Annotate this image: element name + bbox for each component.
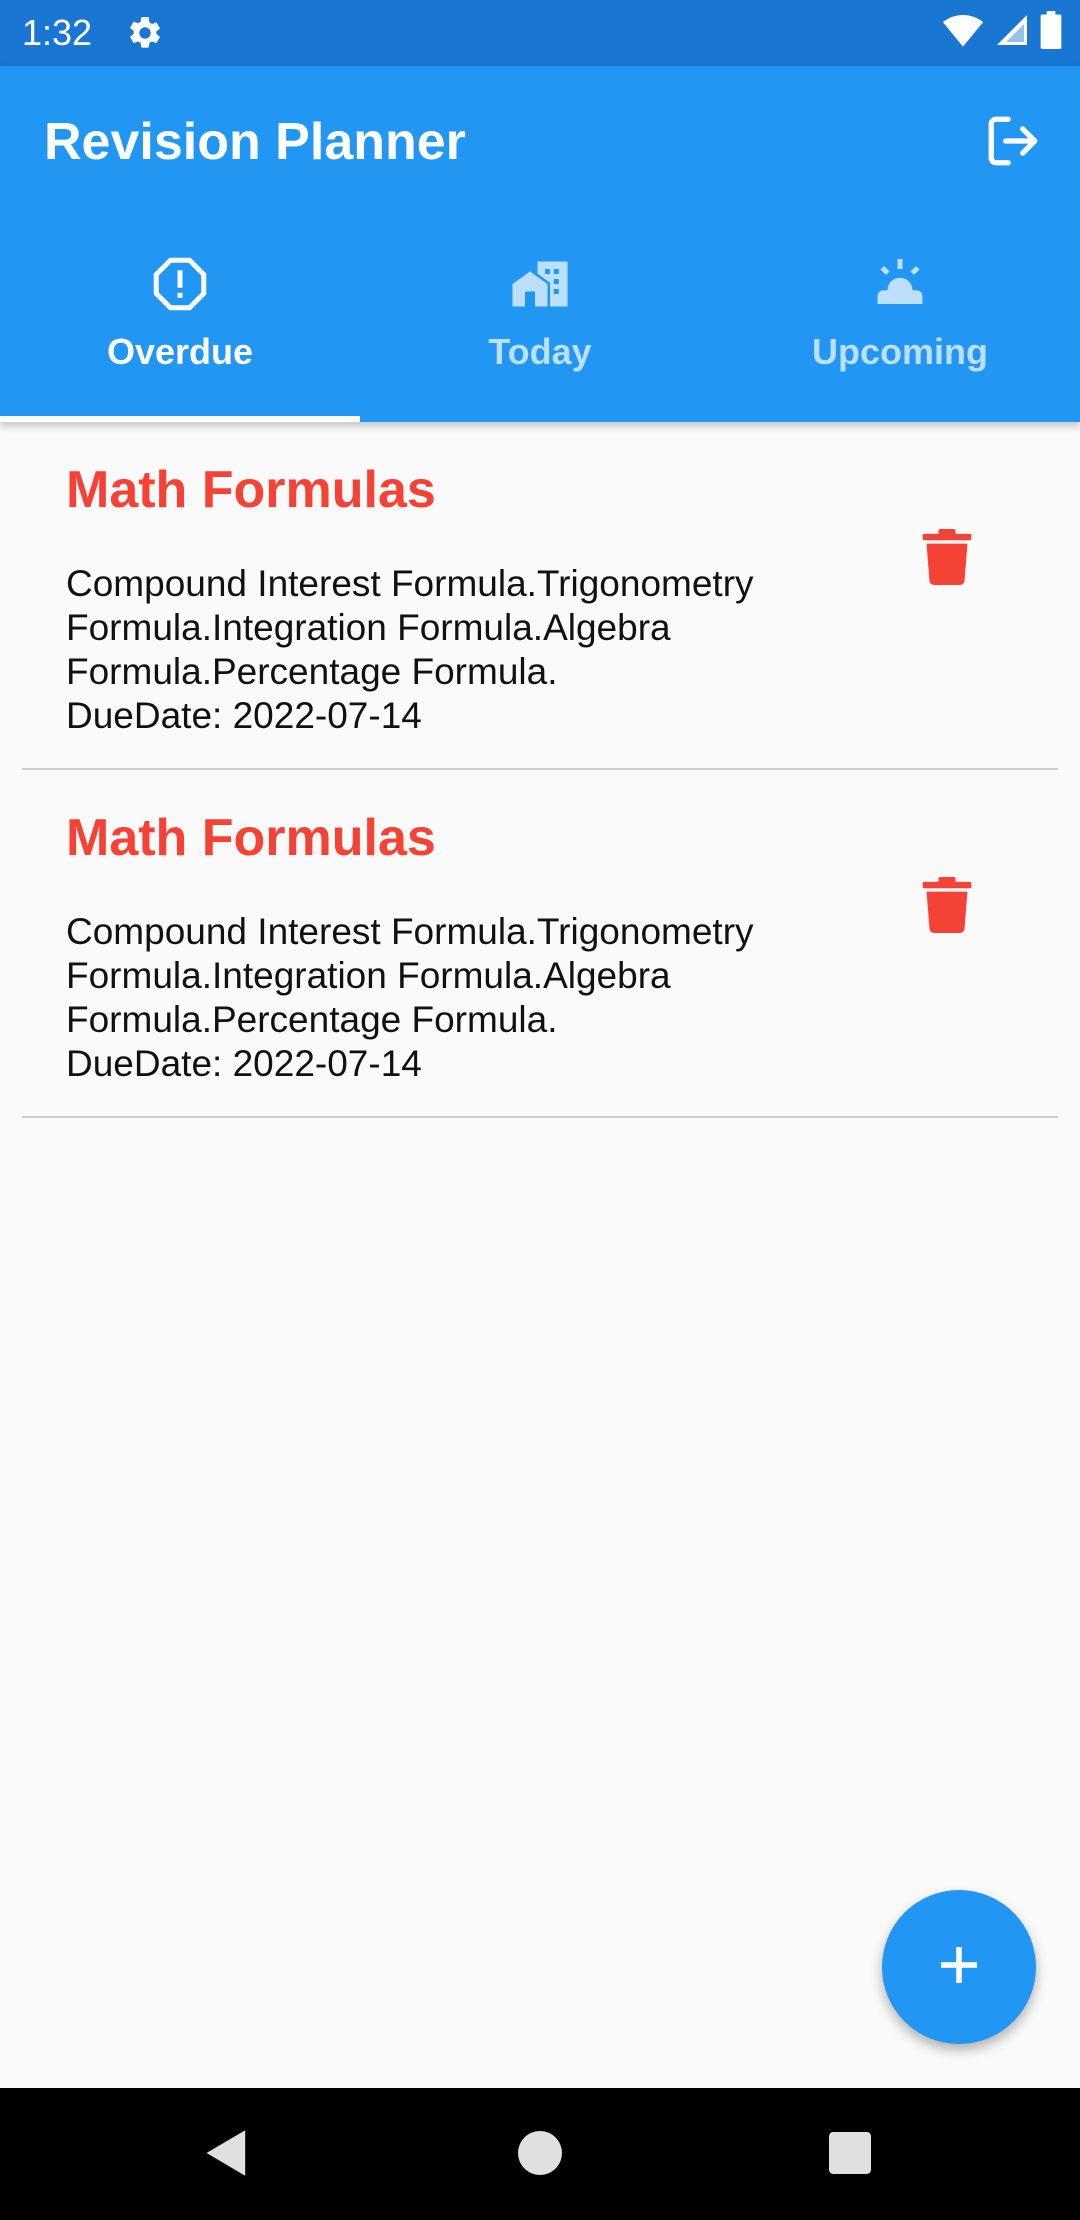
- plus-icon: [935, 1941, 983, 1994]
- delete-button[interactable]: [902, 514, 992, 604]
- logout-icon: [984, 112, 1042, 175]
- item-title: Math Formulas: [66, 461, 436, 519]
- item-due-date: DueDate: 2022-07-14: [66, 1043, 422, 1084]
- home-icon: [518, 2130, 562, 2180]
- alarm-light-icon: [870, 254, 930, 314]
- trash-icon: [922, 528, 972, 590]
- list-item[interactable]: Math Formulas Compound Interest Formula.…: [22, 422, 1058, 770]
- gear-icon: [126, 14, 164, 52]
- item-description: Compound Interest Formula.Trigonometry F…: [66, 562, 886, 738]
- item-description-text: Compound Interest Formula.Trigonometry F…: [66, 911, 754, 1040]
- status-bar: 1:32: [0, 0, 1080, 66]
- status-time: 1:32: [22, 12, 93, 53]
- tab-bar: Overdue Today Upcoming: [0, 234, 1080, 422]
- tab-label: Today: [488, 331, 592, 372]
- tab-label: Overdue: [106, 331, 254, 372]
- add-button[interactable]: [882, 1890, 1036, 2044]
- screen: 1:32 Revision Planner Overdue Today Upco…: [0, 0, 1080, 2220]
- item-description-text: Compound Interest Formula.Trigonometry F…: [66, 563, 754, 692]
- app-title: Revision Planner: [44, 113, 466, 171]
- recents-button[interactable]: [813, 2118, 887, 2192]
- list-item[interactable]: Math Formulas Compound Interest Formula.…: [22, 770, 1058, 1118]
- app-bar: Revision Planner Overdue Today Upcoming: [0, 66, 1080, 422]
- delete-button[interactable]: [902, 862, 992, 952]
- tab-label: Upcoming: [812, 331, 988, 372]
- back-icon: [204, 2128, 250, 2183]
- home-button[interactable]: [503, 2118, 577, 2192]
- tab-upcoming[interactable]: Upcoming: [720, 234, 1080, 422]
- home-city-icon: [510, 254, 570, 314]
- signal-icon: [994, 12, 1030, 53]
- item-title: Math Formulas: [66, 809, 436, 867]
- item-due-date: DueDate: 2022-07-14: [66, 695, 422, 736]
- alert-octagon-icon: [150, 254, 210, 314]
- tab-today[interactable]: Today: [360, 234, 720, 422]
- recents-icon: [829, 2131, 871, 2179]
- revision-list: Math Formulas Compound Interest Formula.…: [0, 422, 1080, 1118]
- navigation-bar: [0, 2088, 1080, 2220]
- back-button[interactable]: [190, 2118, 264, 2192]
- battery-icon: [1040, 10, 1062, 54]
- tab-overdue[interactable]: Overdue: [0, 234, 360, 422]
- status-icons: [942, 10, 1062, 54]
- logout-button[interactable]: [976, 106, 1050, 180]
- trash-icon: [922, 876, 972, 938]
- wifi-icon: [942, 12, 984, 53]
- item-description: Compound Interest Formula.Trigonometry F…: [66, 910, 886, 1086]
